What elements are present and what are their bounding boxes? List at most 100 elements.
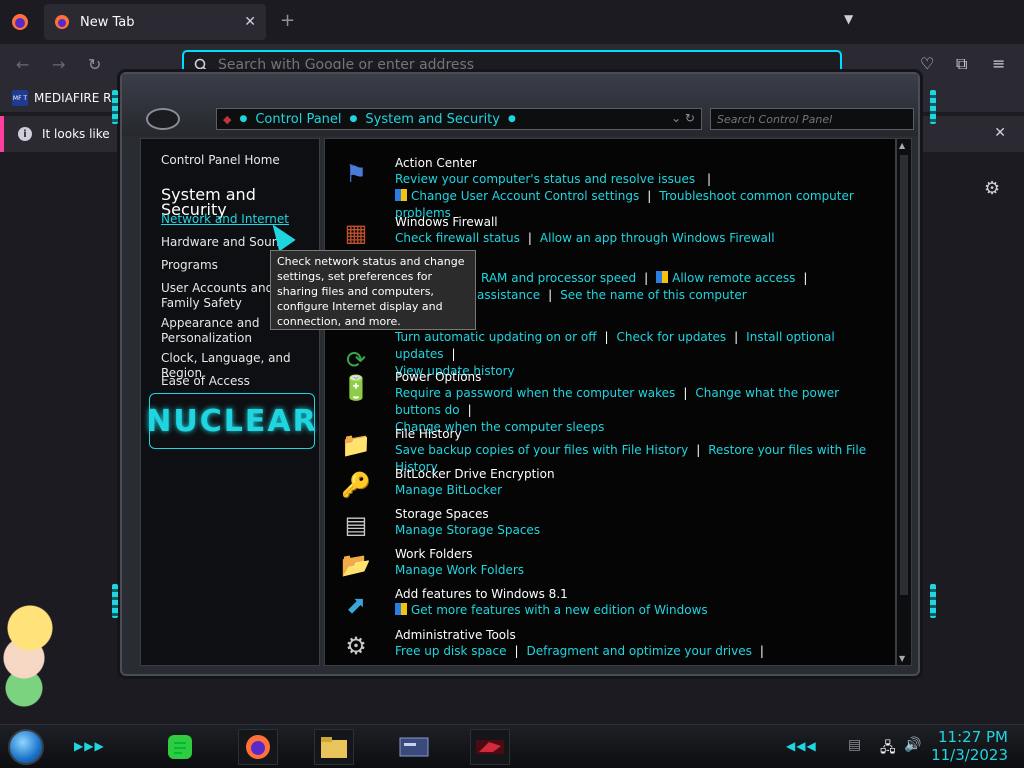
section-title[interactable]: Storage Spaces [395,506,885,522]
neon-frame-deco [112,90,118,124]
link-more-features[interactable]: Get more features with a new edition of … [411,603,708,617]
mediafire-favicon-icon: MF T [12,90,28,106]
taskbar-spotify-notes[interactable] [160,729,200,765]
tab-new-tab[interactable]: New Tab ✕ [44,4,266,40]
link-review-status[interactable]: Review your computer's status and resolv… [395,172,695,186]
extensions-puzzle-icon[interactable]: ⧉ [956,54,967,74]
vertical-scrollbar[interactable]: ▲ ▼ [896,138,912,666]
pocket-icon[interactable]: ♡ [920,54,934,73]
address-breadcrumb[interactable]: ◆ ● Control Panel ● System and Security … [216,108,702,130]
info-icon: i [18,127,32,141]
link-auto-updating[interactable]: Turn automatic updating on or off [395,330,597,344]
taskbar: ▶▶▶ ◀◀◀ ▤ 🖧 🔊 11:27 PM 11/3/2023 [0,724,1024,768]
section-title[interactable]: Action Center [395,155,885,171]
link-allow-app-firewall[interactable]: Allow an app through Windows Firewall [540,231,775,245]
link-manage-bitlocker[interactable]: Manage BitLocker [395,483,502,497]
link-ram-processor[interactable]: RAM and processor speed [481,271,636,285]
section-title[interactable]: Windows Firewall [395,214,885,230]
search-icon [194,58,208,72]
taskbar-clock[interactable]: 11:27 PM 11/3/2023 [928,728,1008,764]
nav-programs[interactable]: Programs [161,258,218,273]
neon-chevron-deco: ▶▶▶ [74,739,105,753]
taskbar-file-explorer[interactable] [314,729,354,765]
link-computer-name[interactable]: See the name of this computer [560,288,747,302]
work-folders-icon: 📂 [341,551,371,579]
uac-shield-icon [395,603,407,615]
breadcrumb-control-panel[interactable]: Control Panel [255,112,341,127]
close-notification-icon[interactable]: ✕ [994,125,1006,141]
nav-appearance[interactable]: Appearance and Personalization [161,316,281,346]
section-title[interactable]: Work Folders [395,546,885,562]
notes-app-icon [168,735,192,759]
link-manage-storage[interactable]: Manage Storage Spaces [395,523,540,537]
control-panel-icon: ◆ [223,112,232,126]
add-features-icon: ⬈ [345,591,367,619]
network-internet-tooltip: Check network status and change settings… [270,250,476,330]
nuclear-theme-logo: NUCLEAR [146,393,316,449]
control-panel-search[interactable] [710,108,914,130]
section-title[interactable]: BitLocker Drive Encryption [395,466,885,482]
close-tab-icon[interactable]: ✕ [244,14,256,30]
link-firewall-status[interactable]: Check firewall status [395,231,520,245]
link-remote-access[interactable]: Allow remote access [672,271,795,285]
clock-date: 11/3/2023 [931,746,1008,764]
link-defragment[interactable]: Defragment and optimize your drives [527,644,752,658]
taskbar-firefox[interactable] [238,729,278,765]
network-tray-icon[interactable]: 🖧 [880,737,896,761]
section-title[interactable]: Administrative Tools [395,627,885,643]
url-input[interactable] [218,57,778,73]
file-history-folder-icon: 📁 [341,431,371,459]
left-navigation-pane: Control Panel Home System and Security N… [140,138,320,666]
notification-text: It looks like [42,127,110,141]
section-bitlocker: 🔑 BitLocker Drive Encryption Manage BitL… [341,466,885,499]
breadcrumb-separator-icon: ● [507,114,516,124]
neon-frame-deco [112,584,118,618]
link-uac-settings[interactable]: Change User Account Control settings [411,189,639,203]
nav-control-panel-home[interactable]: Control Panel Home [161,153,280,168]
forward-arrow-icon[interactable]: → [52,55,65,74]
star-butterfly-desktop-sticker [0,588,64,708]
show-hidden-icons-icon[interactable]: ▤ [848,737,861,753]
scrollbar-thumb[interactable] [900,155,908,595]
volume-tray-icon[interactable]: 🔊 [904,737,921,753]
dropdown-refresh-icons[interactable]: ⌄ ↻ [671,111,695,125]
scroll-up-arrow-icon[interactable]: ▲ [899,141,905,150]
settings-gear-icon[interactable]: ⚙ [984,178,1000,199]
breadcrumb-system-security[interactable]: System and Security [365,112,500,127]
action-center-flag-icon: ⚑ [345,160,367,188]
link-password-wake[interactable]: Require a password when the computer wak… [395,386,675,400]
section-title[interactable]: Add features to Windows 8.1 [395,586,885,602]
firefox-icon [55,15,69,29]
link-check-updates[interactable]: Check for updates [617,330,727,344]
nav-ease-of-access[interactable]: Ease of Access [161,374,250,389]
scroll-down-arrow-icon[interactable]: ▼ [899,654,905,663]
back-arrow-icon[interactable]: ← [16,55,29,74]
hamburger-menu-icon[interactable]: ≡ [992,54,1005,73]
new-tab-plus-icon[interactable]: + [280,10,295,31]
link-manage-work-folders[interactable]: Manage Work Folders [395,563,524,577]
section-title[interactable]: File History [395,426,885,442]
uac-shield-icon [395,189,407,201]
clock-time: 11:27 PM [938,728,1008,746]
nav-hardware-sound[interactable]: Hardware and Sound [161,235,287,250]
breadcrumb-separator-icon: ● [349,114,358,124]
taskbar-game-app[interactable] [470,729,510,765]
list-all-tabs-chevron-icon[interactable]: ▼ [844,12,853,26]
section-work-folders: 📂 Work Folders Manage Work Folders [341,546,885,579]
link-free-disk-space[interactable]: Free up disk space [395,644,507,658]
bookmark-mediafire[interactable]: MEDIAFIRE RO [34,91,121,105]
control-panel-search-input[interactable] [717,112,897,126]
link-remote-assistance[interactable]: assistance [477,288,540,302]
window-logo-icon [146,108,180,130]
reload-icon[interactable]: ↻ [88,55,101,74]
bitlocker-drive-key-icon: 🔑 [341,471,371,499]
firefox-icon [246,735,270,759]
section-title[interactable]: Power Options [395,369,885,385]
firewall-brick-icon: ▦ [344,219,368,247]
neon-chevron-deco: ◀◀◀ [786,739,817,753]
system-security-content: ⚑ Action Center Review your computer's s… [324,138,896,666]
link-save-backup[interactable]: Save backup copies of your files with Fi… [395,443,688,457]
firefox-pinned-tab[interactable] [6,8,34,36]
start-orb-button[interactable] [8,729,44,765]
taskbar-control-panel[interactable] [394,729,434,765]
